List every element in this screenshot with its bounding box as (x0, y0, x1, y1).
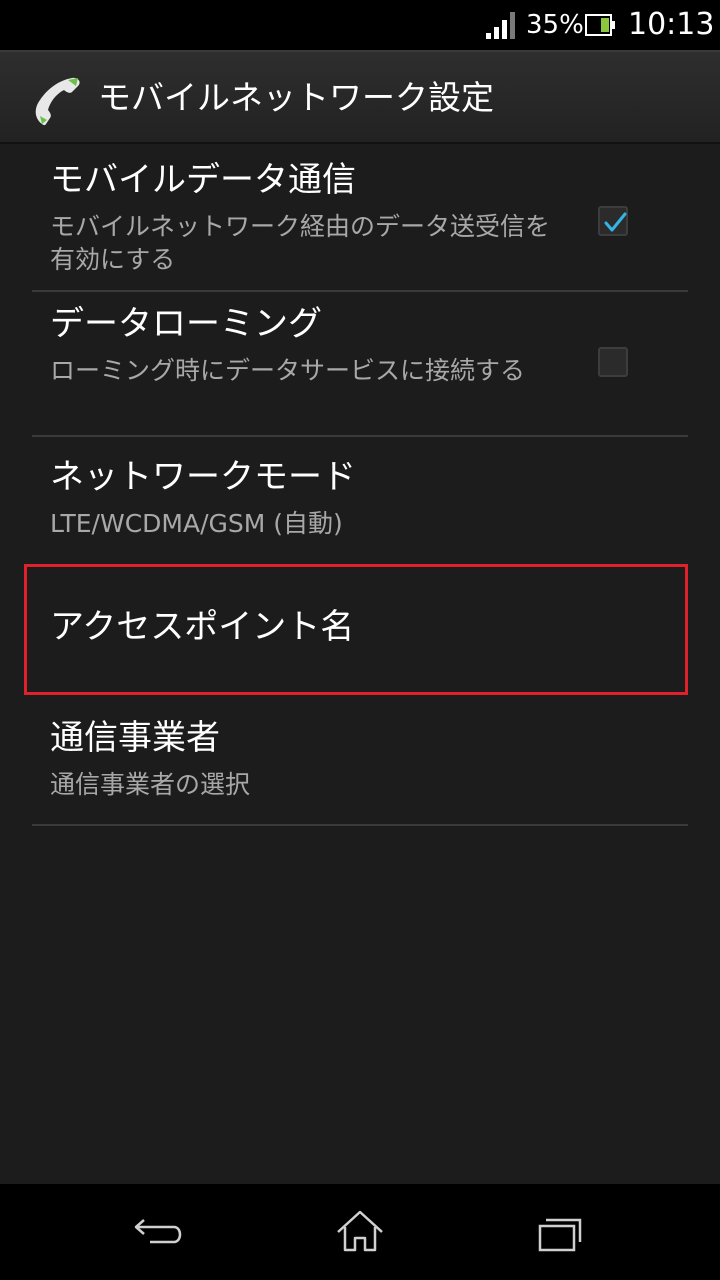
nav-bar (0, 1184, 720, 1280)
back-icon[interactable] (130, 1202, 190, 1262)
divider (32, 824, 688, 826)
pref-title: ネットワークモード (50, 457, 356, 497)
battery-icon (585, 14, 615, 36)
pref-summary: モバイルネットワーク経由のデータ送受信を有効にする (50, 212, 551, 274)
page-title: モバイルネットワーク設定 (98, 78, 494, 117)
clock: 10:13 (628, 7, 715, 42)
check-icon (604, 212, 627, 232)
recent-apps-icon[interactable] (530, 1202, 590, 1262)
battery-percent: 35% (526, 10, 584, 40)
signal-icon (486, 12, 515, 39)
pref-data-roaming[interactable]: データローミング ローミング時にデータサービスに接続する (32, 292, 688, 435)
pref-carrier[interactable]: 通信事業者 通信事業者の選択 (32, 700, 688, 824)
pref-title: モバイルデータ通信 (50, 160, 356, 200)
home-icon[interactable] (330, 1202, 390, 1262)
action-bar: モバイルネットワーク設定 (0, 50, 720, 144)
highlight-box (24, 564, 688, 695)
pref-network-mode[interactable]: ネットワークモード LTE/WCDMA/GSM (自動) (32, 437, 688, 557)
pref-title: データローミング (50, 304, 322, 344)
status-bar: 35% 10:13 (0, 0, 720, 50)
data-roaming-checkbox[interactable] (598, 347, 628, 377)
phone-icon (35, 77, 80, 126)
pref-summary: ローミング時にデータサービスに接続する (50, 356, 526, 385)
pref-mobile-data[interactable]: モバイルデータ通信 モバイルネットワーク経由のデータ送受信を有効にする (32, 146, 688, 290)
pref-summary: 通信事業者の選択 (50, 770, 251, 799)
mobile-data-checkbox[interactable] (598, 206, 628, 236)
pref-title: 通信事業者 (50, 718, 220, 758)
pref-summary: LTE/WCDMA/GSM (自動) (50, 509, 343, 538)
